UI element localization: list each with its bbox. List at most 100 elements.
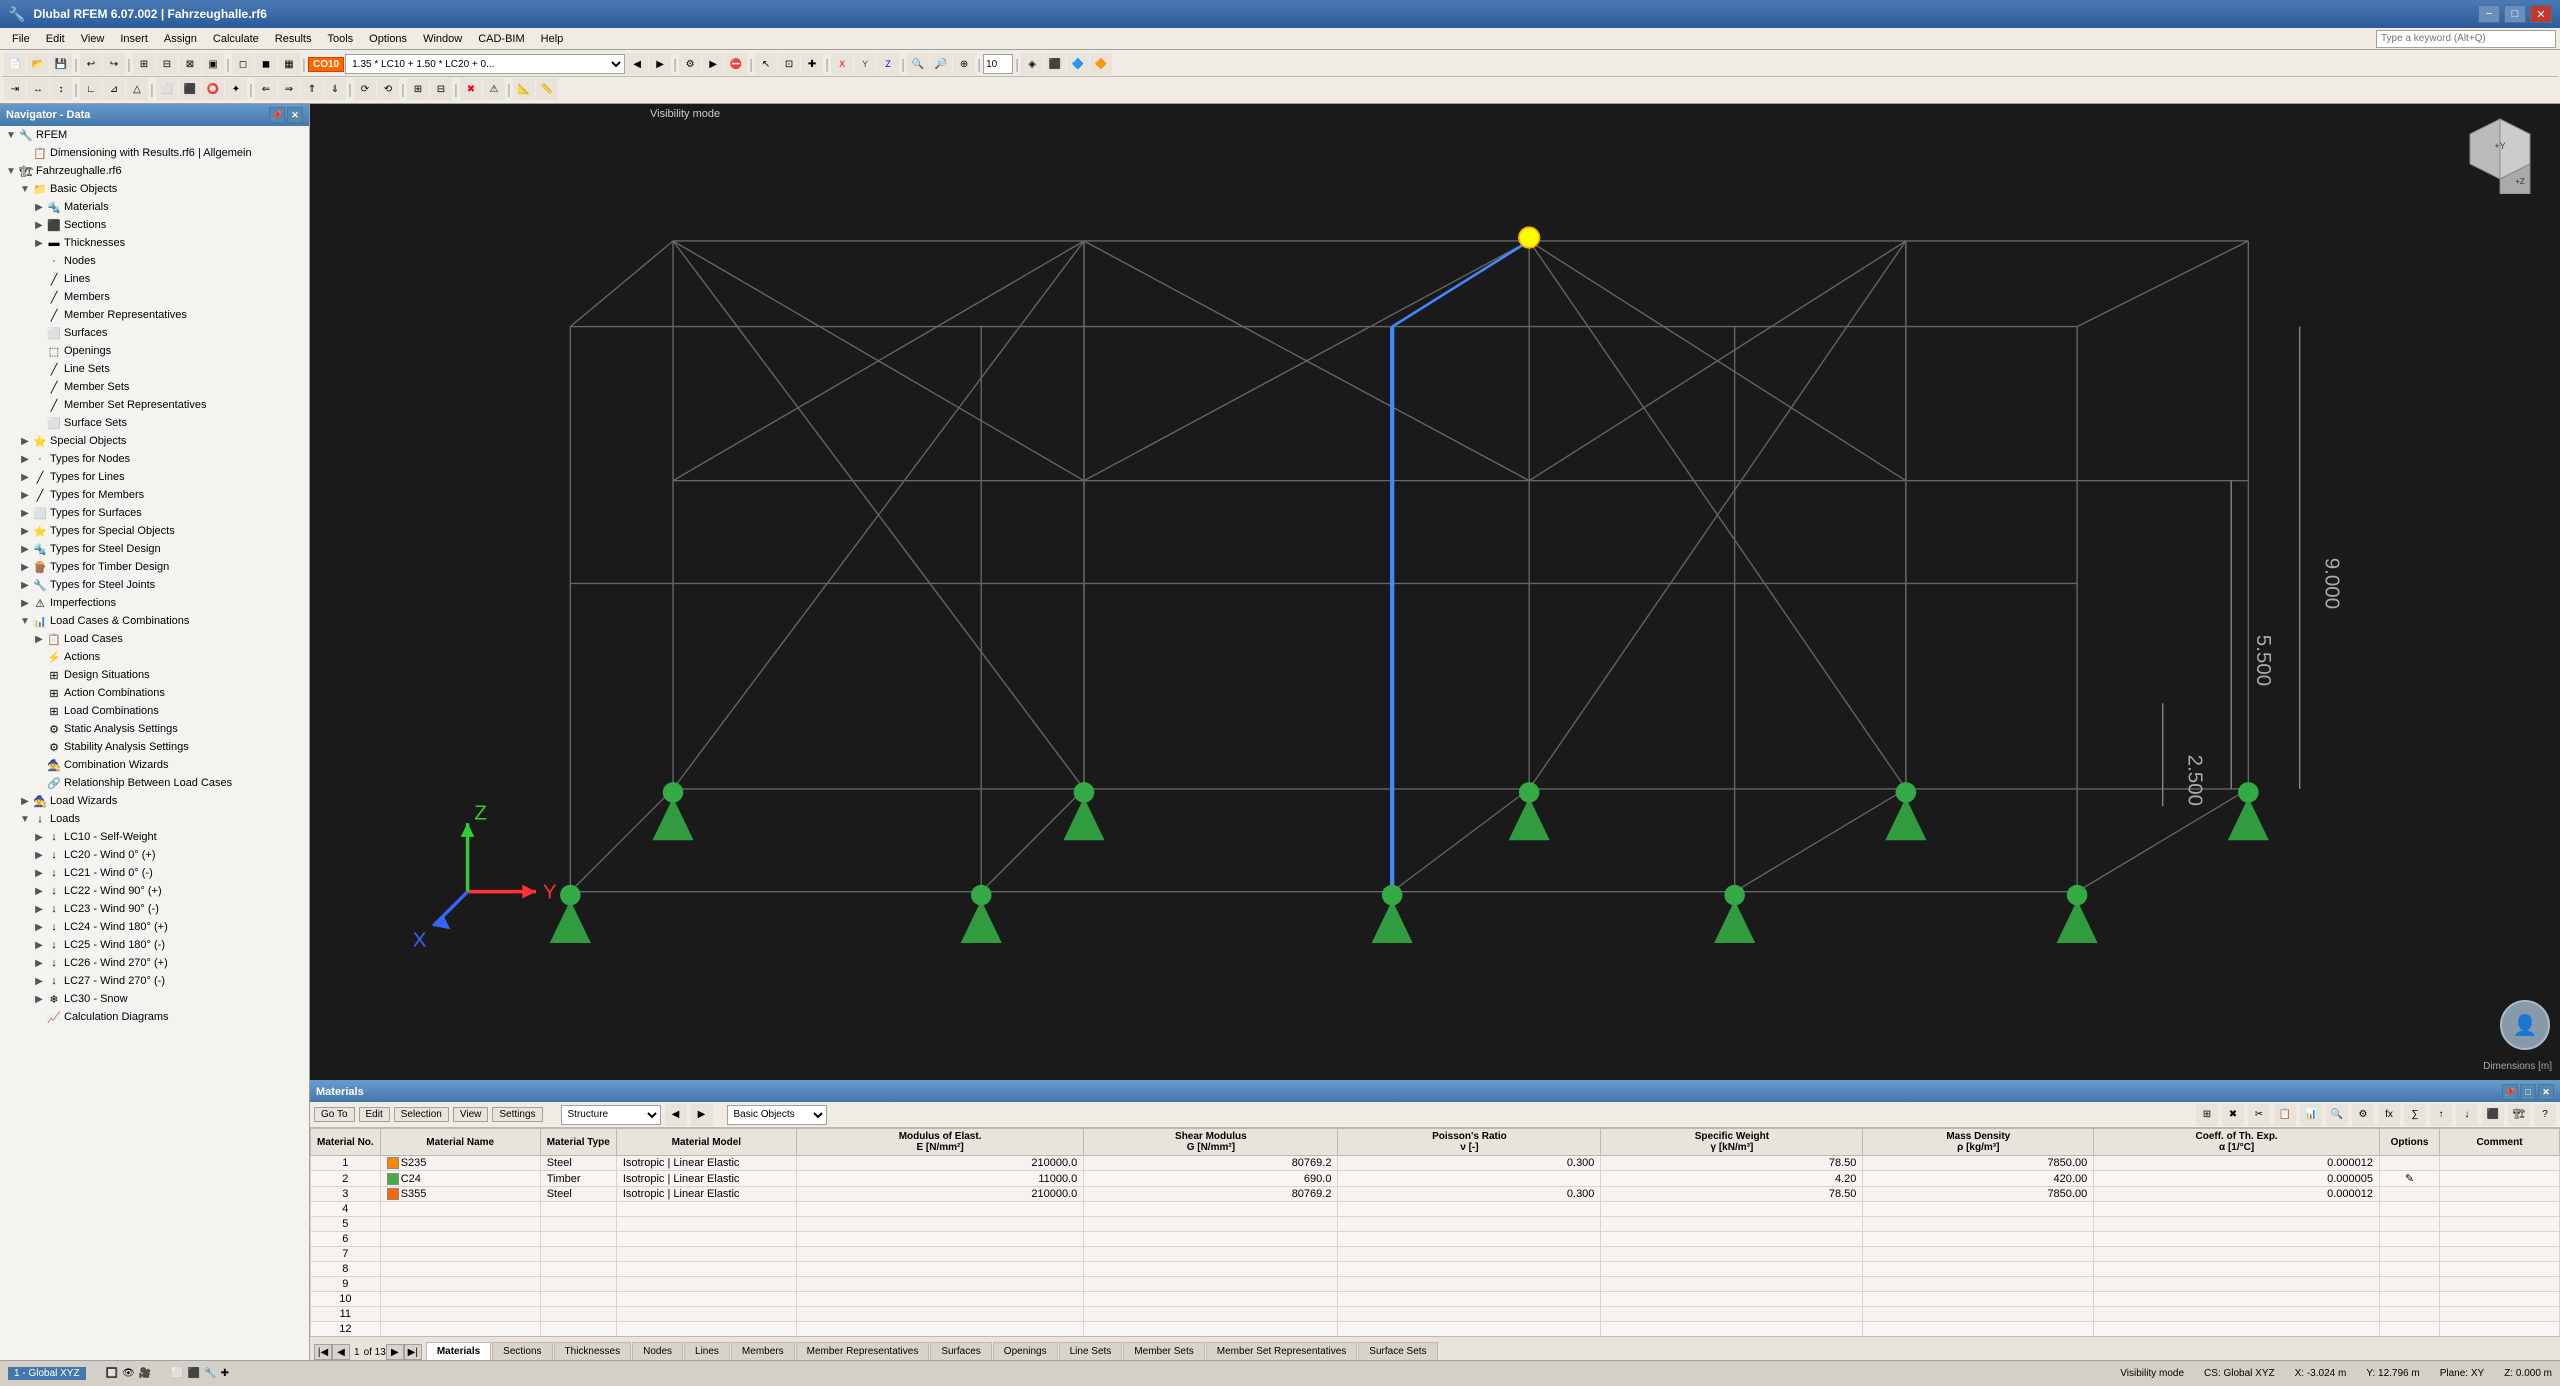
tb-sel2[interactable]: ⊡ [778,53,800,75]
nav-lc22[interactable]: ▶ ↓ LC22 - Wind 90° (+) [0,882,309,900]
tab-materials[interactable]: Materials [426,1342,491,1360]
nav-load-combinations[interactable]: ⊞ Load Combinations [0,702,309,720]
tb2-5[interactable]: ⊿ [103,78,125,100]
tb-view3[interactable]: ⊠ [179,53,201,75]
tb2-20[interactable]: 📐 [513,78,535,100]
panel-btn-1[interactable]: ⊞ [2196,1104,2218,1126]
nav-loadcases[interactable]: ▶ 📋 Load Cases [0,630,309,648]
tb2-3[interactable]: ↕ [50,78,72,100]
basic-objects-combo[interactable]: Basic Objects [727,1105,827,1125]
tb2-15[interactable]: ⟳ [354,78,376,100]
table-row-empty[interactable]: 7 [311,1247,2560,1262]
panel-tb-prev[interactable]: ◀ [665,1104,687,1126]
tb-more4[interactable]: 🔶 [1090,53,1112,75]
nav-openings[interactable]: ⬚ Openings [0,342,309,360]
table-row[interactable]: 1 S235 Steel Isotropic | Linear Elastic … [311,1156,2560,1171]
tb2-8[interactable]: ⬛ [179,78,201,100]
tab-surface-sets[interactable]: Surface Sets [1358,1342,1437,1360]
tb2-1[interactable]: ⇥ [4,78,26,100]
nav-types-special[interactable]: ▶ ⭐ Types for Special Objects [0,522,309,540]
nav-materials[interactable]: ▶ 🔩 Materials [0,198,309,216]
nav-close-btn[interactable]: ✕ [287,107,303,123]
nav-lc23[interactable]: ▶ ↓ LC23 - Wind 90° (-) [0,900,309,918]
nav-pin-btn[interactable]: 📌 [269,107,285,123]
lc-selector[interactable]: 1.35 * LC10 + 1.50 * LC20 + 0... [345,54,625,74]
nav-types-timber-design[interactable]: ▶ 🪵 Types for Timber Design [0,558,309,576]
table-row[interactable]: 3 S355 Steel Isotropic | Linear Elastic … [311,1187,2560,1202]
tb2-21[interactable]: 📏 [536,78,558,100]
tb-redo[interactable]: ↪ [103,53,125,75]
nav-surfacesets[interactable]: ⬜ Surface Sets [0,414,309,432]
nav-load-wizards[interactable]: ▶ 🧙 Load Wizards [0,792,309,810]
panel-close-btn[interactable]: ✕ [2538,1084,2554,1100]
viewport[interactable]: Visibility mode [310,104,2560,1080]
tb-zoom-fit[interactable]: ⊕ [953,53,975,75]
panel-btn-11[interactable]: ↓ [2456,1104,2478,1126]
table-row-empty[interactable]: 12 [311,1322,2560,1336]
panel-btn-14[interactable]: ? [2534,1104,2556,1126]
tb2-14[interactable]: ⇓ [324,78,346,100]
nav-static-settings[interactable]: ⚙ Static Analysis Settings [0,720,309,738]
btn-view[interactable]: View [453,1107,489,1122]
nav-basic-objects[interactable]: ▼ 📁 Basic Objects [0,180,309,198]
table-row[interactable]: 2 C24 Timber Isotropic | Linear Elastic … [311,1171,2560,1187]
zoom-input[interactable]: 10 [983,54,1013,74]
table-row-empty[interactable]: 5 [311,1217,2560,1232]
panel-btn-4[interactable]: 📋 [2274,1104,2296,1126]
tb-axis-z[interactable]: Z [877,53,899,75]
last-page-btn[interactable]: ▶| [404,1344,422,1360]
nav-thicknesses[interactable]: ▶ ▬ Thicknesses [0,234,309,252]
tb-axis-x[interactable]: X [831,53,853,75]
menu-calculate[interactable]: Calculate [205,31,267,47]
nav-types-lines[interactable]: ▶ ╱ Types for Lines [0,468,309,486]
table-row-empty[interactable]: 8 [311,1262,2560,1277]
nav-design-situations[interactable]: ⊞ Design Situations [0,666,309,684]
tab-member-reps[interactable]: Member Representatives [796,1342,930,1360]
nav-action-combinations[interactable]: ⊞ Action Combinations [0,684,309,702]
nav-linesets[interactable]: ╱ Line Sets [0,360,309,378]
nav-nodes[interactable]: · Nodes [0,252,309,270]
tb-zoom-out[interactable]: 🔎 [930,53,952,75]
panel-btn-2[interactable]: ✖ [2222,1104,2244,1126]
menu-view[interactable]: View [73,31,113,47]
tab-line-sets[interactable]: Line Sets [1059,1342,1123,1360]
nav-lc27[interactable]: ▶ ↓ LC27 - Wind 270° (-) [0,972,309,990]
btn-edit[interactable]: Edit [359,1107,390,1122]
tb-new[interactable]: 📄 [4,53,26,75]
prev-page-btn[interactable]: ◀ [332,1344,350,1360]
viewport-cube[interactable]: +Y +Z [2460,114,2540,194]
nav-lc25[interactable]: ▶ ↓ LC25 - Wind 180° (-) [0,936,309,954]
panel-btn-3[interactable]: ✂ [2248,1104,2270,1126]
nav-dimensioning[interactable]: 📋 Dimensioning with Results.rf6 | Allgem… [0,144,309,162]
close-button[interactable]: ✕ [2530,5,2552,23]
tab-thicknesses[interactable]: Thicknesses [554,1342,632,1360]
nav-lc20[interactable]: ▶ ↓ LC20 - Wind 0° (+) [0,846,309,864]
nav-lc26[interactable]: ▶ ↓ LC26 - Wind 270° (+) [0,954,309,972]
nav-stability-settings[interactable]: ⚙ Stability Analysis Settings [0,738,309,756]
nav-membersets[interactable]: ╱ Member Sets [0,378,309,396]
nav-types-surfaces[interactable]: ▶ ⬜ Types for Surfaces [0,504,309,522]
tab-member-set-reps[interactable]: Member Set Representatives [1206,1342,1358,1360]
nav-lcc[interactable]: ▼ 📊 Load Cases & Combinations [0,612,309,630]
table-row-empty[interactable]: 4 [311,1202,2560,1217]
tb-lc-next[interactable]: ▶ [649,53,671,75]
tb-render3[interactable]: ▦ [278,53,300,75]
tb-zoom-in[interactable]: 🔍 [907,53,929,75]
tb2-11[interactable]: ⇐ [255,78,277,100]
nav-types-members[interactable]: ▶ ╱ Types for Members [0,486,309,504]
tb-more2[interactable]: ⬛ [1044,53,1066,75]
nav-lines[interactable]: ╱ Lines [0,270,309,288]
nav-special-objects[interactable]: ▶ ⭐ Special Objects [0,432,309,450]
search-input[interactable] [2376,30,2556,48]
tb2-17[interactable]: ⊞ [407,78,429,100]
tab-surfaces[interactable]: Surfaces [930,1342,991,1360]
nav-lc24[interactable]: ▶ ↓ LC24 - Wind 180° (+) [0,918,309,936]
nav-lc30[interactable]: ▶ ❄ LC30 - Snow [0,990,309,1008]
tb-view2[interactable]: ⊟ [156,53,178,75]
nav-member-reps[interactable]: ╱ Member Representatives [0,306,309,324]
tb-calc1[interactable]: ⚙ [679,53,701,75]
tb-more3[interactable]: 🔷 [1067,53,1089,75]
nav-sections[interactable]: ▶ ⬛ Sections [0,216,309,234]
tb-lc-prev[interactable]: ◀ [626,53,648,75]
nav-project[interactable]: ▼ 🏗 Fahrzeughalle.rf6 [0,162,309,180]
